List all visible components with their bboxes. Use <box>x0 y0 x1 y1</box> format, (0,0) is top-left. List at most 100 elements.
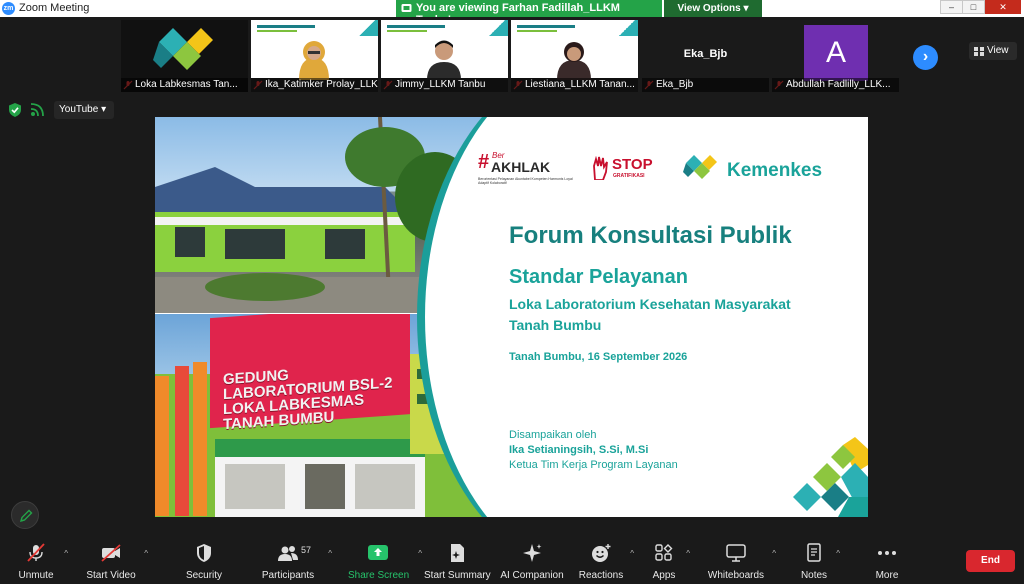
view-options-label: View Options <box>677 3 741 14</box>
chevron-up-icon[interactable]: ^ <box>772 549 776 558</box>
chevron-up-icon[interactable]: ^ <box>418 549 422 558</box>
security-shield-icon <box>197 544 211 562</box>
ai-companion-label: AI Companion <box>500 570 564 581</box>
participant-tile[interactable]: Loka Labkesmas Tan... <box>121 20 248 92</box>
participant-display-name: Eka_Bjb <box>683 48 728 60</box>
notes-button[interactable]: ^ Notes <box>798 543 840 583</box>
participant-tile[interactable]: Ika_Katimker Prolay_LLK... <box>251 20 378 92</box>
apps-grid-icon <box>655 544 673 561</box>
connection-signal-icon[interactable] <box>30 103 46 117</box>
more-dots-icon <box>878 551 896 555</box>
kemenkes-logo-icon <box>153 28 213 70</box>
stop-label: STOP <box>612 156 653 173</box>
zoom-logo-icon: zm <box>2 2 15 15</box>
akhlak-hash: # <box>478 151 490 173</box>
view-button[interactable]: View <box>969 42 1017 60</box>
notes-label: Notes <box>800 570 828 581</box>
view-options-button[interactable]: View Options ▾ <box>664 0 762 17</box>
participant-gallery: Loka Labkesmas Tan... Ika_Katimker Prola… <box>0 17 1024 95</box>
apps-button[interactable]: ^ Apps <box>648 543 690 583</box>
slide-institution: Loka Laboratorium Kesehatan Masyarakat T… <box>509 294 791 336</box>
shared-screen-slide: GEDUNG LABORATORIUM BSL-2 LOKA LABKESMAS… <box>155 117 868 517</box>
reactions-button[interactable]: ^ Reactions <box>578 543 634 583</box>
screen-share-icon <box>401 4 412 12</box>
chevron-up-icon[interactable]: ^ <box>328 549 332 558</box>
participant-name: Ika_Katimker Prolay_LLK... <box>251 78 378 92</box>
participant-tile[interactable]: Liestiana_LLKM Tanan... <box>511 20 638 92</box>
youtube-label: YouTube <box>59 104 99 115</box>
chevron-up-icon[interactable]: ^ <box>630 549 634 558</box>
zoom-window: zm Zoom Meeting – □ ✕ You are viewing Fa… <box>0 0 1024 584</box>
notes-icon <box>807 543 821 562</box>
video-frame <box>381 20 508 80</box>
meeting-toolbar: ^ Unmute ^ Start Video Security 57 ^ Par… <box>0 540 1024 584</box>
participant-name: Abdullah Fadlilly_LLK... <box>772 78 899 92</box>
pencil-icon <box>19 509 33 523</box>
minimize-button[interactable]: – <box>940 0 963 14</box>
end-meeting-button[interactable]: End <box>966 550 1015 572</box>
gratifikasi-label: GRATIFIKASI <box>613 173 645 179</box>
participants-button[interactable]: 57 ^ Participants <box>260 543 332 583</box>
participant-tile[interactable]: Jimmy_LLKM Tanbu <box>381 20 508 92</box>
ai-sparkle-icon <box>523 544 542 562</box>
annotate-pencil-button[interactable] <box>11 501 39 529</box>
slide-date: Tanah Bumbu, 16 September 2026 <box>509 351 688 363</box>
video-frame <box>511 20 638 80</box>
kemenkes-logo: Kemenkes <box>683 151 843 191</box>
unmute-label: Unmute <box>18 570 54 581</box>
grid-icon <box>974 47 984 56</box>
slide-title: Forum Konsultasi Publik <box>509 222 792 249</box>
start-summary-button[interactable]: Start Summary <box>424 543 491 583</box>
hand-stop-icon <box>593 156 608 180</box>
presenter-name: Ika Setianingsih, S.Si, M.Si <box>509 444 649 456</box>
akhlak-word: AKHLAK <box>491 159 551 175</box>
next-page-button[interactable]: › <box>913 45 938 70</box>
participants-label: Participants <box>261 570 315 581</box>
participant-name: Liestiana_LLKM Tanan... <box>511 78 638 92</box>
participants-count: 57 <box>301 545 312 555</box>
share-screen-button[interactable]: ^ Share Screen <box>348 543 422 583</box>
participant-name: Jimmy_LLKM Tanbu <box>381 78 508 92</box>
close-button[interactable]: ✕ <box>985 0 1021 14</box>
participant-video <box>427 40 461 80</box>
whiteboards-button[interactable]: ^ Whiteboards <box>706 543 776 583</box>
chevron-up-icon[interactable]: ^ <box>686 549 690 558</box>
akhlak-logo: # Ber AKHLAK Berorientasi Pelayanan Akun… <box>478 151 573 187</box>
avatar: A <box>804 25 868 81</box>
more-button[interactable]: More <box>871 543 903 583</box>
view-label: View <box>987 45 1009 56</box>
start-video-label: Start Video <box>86 570 136 581</box>
stop-gratifikasi-logo: STOP GRATIFIKASI <box>591 154 657 184</box>
microphone-muted-icon <box>27 543 45 562</box>
participant-name: Eka_Bjb <box>642 78 769 92</box>
kemenkes-corner-logo-icon <box>793 437 868 517</box>
share-screen-icon <box>368 545 388 560</box>
institution-line-2: Tanah Bumbu <box>509 317 602 333</box>
participant-video <box>299 41 329 80</box>
reactions-label: Reactions <box>578 570 624 581</box>
presenter-role: Ketua Tim Kerja Program Layanan <box>509 459 678 471</box>
unmute-button[interactable]: ^ Unmute <box>14 543 68 583</box>
participant-video <box>557 42 591 80</box>
video-frame <box>251 20 378 80</box>
chevron-up-icon[interactable]: ^ <box>836 549 840 558</box>
more-label: More <box>875 570 899 581</box>
share-banner: You are viewing Farhan Fadillah_LLKM Tan… <box>396 0 662 26</box>
chevron-up-icon[interactable]: ^ <box>64 549 68 558</box>
chevron-up-icon[interactable]: ^ <box>144 549 148 558</box>
whiteboards-label: Whiteboards <box>707 570 765 581</box>
presented-by-label: Disampaikan oleh <box>509 429 597 441</box>
participants-icon <box>278 546 298 561</box>
participant-tile[interactable]: A Abdullah Fadlilly_LLK... <box>772 20 899 92</box>
ai-companion-button[interactable]: AI Companion <box>500 543 564 583</box>
security-button[interactable]: Security <box>182 543 226 583</box>
youtube-stream-dropdown[interactable]: YouTube ▾ <box>54 101 114 119</box>
participant-tile[interactable]: Eka_Bjb Eka_Bjb <box>642 20 769 92</box>
encryption-shield-icon[interactable] <box>8 103 22 117</box>
start-summary-label: Start Summary <box>424 570 491 581</box>
start-video-button[interactable]: ^ Start Video <box>84 543 148 583</box>
slide-presenter-block: Disampaikan oleh Ika Setianingsih, S.Si,… <box>509 428 678 473</box>
maximize-button[interactable]: □ <box>962 0 985 14</box>
institution-line-1: Loka Laboratorium Kesehatan Masyarakat <box>509 296 791 312</box>
video-camera-off-icon <box>101 544 121 562</box>
